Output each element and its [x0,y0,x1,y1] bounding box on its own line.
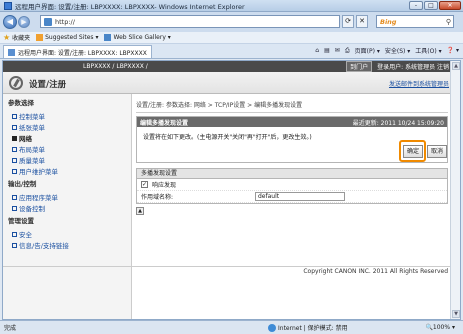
feeds-icon[interactable]: ▤ [324,47,330,54]
address-toolbar: ◀ ▶ http:// ⟳ ✕ Bing ⚲ [0,12,463,32]
scope-name-input[interactable]: default [255,192,345,201]
device-strip: LBPXXXX / LBPXXXX / 到门户 登录用户: 系统管理员 注销 [3,61,452,72]
favorites-button[interactable]: ★ 收藏夹 [3,33,30,42]
vertical-scrollbar[interactable]: ▲ ▼ [450,61,460,319]
tab-bar: 远程用户界面: 设置/注册: LBPXXXX: LBPXXXX ⌂ ▤ ✉ ⎙ … [0,44,463,59]
login-user[interactable]: 登录用户: 系统管理员 注销 [377,62,449,71]
favorites-bar: ★ 收藏夹 Suggested Sites ▾ Web Slice Galler… [0,32,463,44]
mail-admin-link[interactable]: 发送邮件到系统管理员 [389,79,449,88]
sidebar-item-paper-menu[interactable]: 纸张菜单 [3,120,131,132]
sidebar-item-security[interactable]: 安全 [3,227,131,239]
home-icon[interactable]: ⌂ [315,47,319,54]
ok-button[interactable]: 确定 [403,145,423,158]
help-menu[interactable]: ❓ ▾ [447,47,459,54]
tab-remote-ui[interactable]: 远程用户界面: 设置/注册: LBPXXXX: LBPXXXX [3,45,152,58]
address-controls: ⟳ ✕ [342,15,368,28]
respond-discovery-row: ✓ 响应发现 [137,179,447,191]
edit-panel: 编辑多播发现设置 最近更新: 2011 10/24 15:09:20 设置将在如… [136,116,448,163]
minimize-button[interactable]: - [409,1,423,10]
sidebar-item-quality-menu[interactable]: 质量菜单 [3,153,131,165]
respond-discovery-label: 响应发现 [152,182,177,189]
refresh-icon[interactable]: ⟳ [342,15,354,28]
ie-app-icon [4,1,12,10]
zoom-control[interactable]: 🔍100% ▾ [425,324,455,331]
sidebar-section-management: 管理设置 [8,217,34,225]
footer-copyright: Copyright CANON INC. 2011 All Rights Res… [3,266,452,275]
star-icon: ★ [3,33,11,42]
main-area: 设置/注册: 参数选择: 网络 > TCP/IP设置 > 编辑多播发现设置 编辑… [136,97,448,215]
forward-button[interactable]: ▶ [18,16,30,28]
page-header: 设置/注册 发送邮件到系统管理员 [3,72,452,94]
page-menu[interactable]: 页面(P) ▾ [355,46,380,55]
sidebar: 参数选择 控制菜单 纸张菜单 网络 布局菜单 质量菜单 用户维护菜单 输出/控制… [3,94,132,319]
multicast-settings-title: 多播发现设置 [137,169,447,179]
web-slice-label: Web Slice Gallery ▾ [113,34,171,41]
zone-label: Internet | 保护模式: 禁用 [278,325,348,332]
change-message: 设置将在如下更改。(主电源开关"关闭"再"打开"后，更改生效。) [143,134,312,141]
edit-panel-title: 编辑多播发现设置 [140,119,189,127]
back-button[interactable]: ◀ [3,15,17,29]
internet-globe-icon [268,323,276,332]
sidebar-section-preferences: 参数选择 [8,99,34,107]
window-titlebar: 远程用户界面: 设置/注册: LBPXXXX: LBPXXXX- Windows… [0,0,463,12]
respond-discovery-checkbox[interactable]: ✓ [141,181,148,188]
user-area: 到门户 登录用户: 系统管理员 注销 [346,61,449,72]
safety-menu[interactable]: 安全(S) ▾ [385,46,410,55]
sidebar-item-control-menu[interactable]: 控制菜单 [3,109,131,121]
breadcrumb: 设置/注册: 参数选择: 网络 > TCP/IP设置 > 编辑多播发现设置 [136,100,448,113]
status-bar: 完成 Internet | 保护模式: 禁用 🔍100% ▾ [0,320,463,334]
page-icon [44,17,52,26]
multicast-settings-section: 多播发现设置 ✓ 响应发现 作用域名称: default [136,168,448,204]
scroll-up-icon[interactable]: ▲ [452,62,460,70]
scope-name-label: 作用域名称: [141,194,174,201]
status-text: 完成 [4,325,17,332]
sidebar-section-output-control: 输出/控制 [8,180,37,188]
command-bar: ⌂ ▤ ✉ ⎙ 页面(P) ▾ 安全(S) ▾ 工具(O) ▾ ❓ ▾ [315,46,459,56]
search-input[interactable]: Bing ⚲ [376,15,454,28]
window-title: 远程用户界面: 设置/注册: LBPXXXX: LBPXXXX- Windows… [15,2,245,11]
sidebar-item-network[interactable]: 网络 [3,131,131,143]
tab-page-icon [8,48,15,56]
suggested-sites-label: Suggested Sites ▾ [45,34,99,41]
web-slice-icon [104,34,112,41]
window-controls: - □ ✕ [409,1,461,10]
sidebar-item-user-maintenance[interactable]: 用户维护菜单 [3,164,131,176]
page-content: LBPXXXX / LBPXXXX / 到门户 登录用户: 系统管理员 注销 设… [2,60,461,320]
sidebar-item-info-support[interactable]: 信息/告/支持链接 [3,238,131,250]
sidebar-item-application-menu[interactable]: 应用程序菜单 [3,190,131,202]
tab-label: 远程用户界面: 设置/注册: LBPXXXX: LBPXXXX [18,49,147,57]
close-window-button[interactable]: ✕ [439,1,461,10]
address-input[interactable]: http:// [40,15,340,28]
scroll-down-icon[interactable]: ▼ [452,310,460,318]
sidebar-item-device-control[interactable]: 设备控制 [3,201,131,213]
suggested-sites-icon [36,34,44,41]
stop-icon[interactable]: ✕ [356,15,368,28]
security-zone[interactable]: Internet | 保护模式: 禁用 [268,323,348,332]
sidebar-item-layout-menu[interactable]: 布局菜单 [3,142,131,154]
back-to-top-icon[interactable]: ▲ [136,207,144,215]
tools-menu[interactable]: 工具(O) ▾ [415,46,441,55]
mail-icon[interactable]: ✉ [335,47,340,54]
web-slice-gallery-link[interactable]: Web Slice Gallery ▾ [104,34,171,41]
address-url: http:// [55,17,75,26]
suggested-sites-link[interactable]: Suggested Sites ▾ [36,34,98,41]
scope-name-row: 作用域名称: default [137,191,447,203]
page-title: 设置/注册 [29,80,67,90]
print-icon[interactable]: ⎙ [345,47,350,55]
cancel-button[interactable]: 取消 [427,145,447,158]
favorites-label: 收藏夹 [12,35,31,42]
search-icon[interactable]: ⚲ [446,18,451,26]
bing-label: Bing [380,17,397,26]
edit-panel-header: 编辑多播发现设置 最近更新: 2011 10/24 15:09:20 [137,117,447,127]
edit-panel-body: 设置将在如下更改。(主电源开关"关闭"再"打开"后，更改生效。) 确定 取消 [137,127,447,162]
maximize-button[interactable]: □ [424,1,438,10]
settings-wrench-icon [9,76,23,90]
portal-button[interactable]: 到门户 [346,61,373,72]
last-updated: 最近更新: 2011 10/24 15:09:20 [352,119,444,127]
device-model: LBPXXXX / LBPXXXX / [83,63,148,70]
